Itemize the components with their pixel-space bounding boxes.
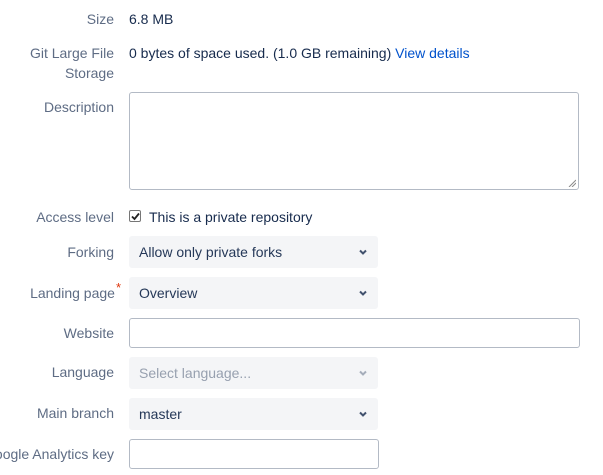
website-label: Website [63, 325, 114, 341]
chevron-down-icon [359, 249, 367, 255]
landing-page-select[interactable]: Overview [129, 277, 378, 309]
chevron-down-icon [359, 411, 367, 417]
main-branch-label: Main branch [36, 405, 114, 421]
access-level-label: Access level [36, 209, 114, 225]
landing-page-selected-value: Overview [139, 285, 198, 301]
website-input[interactable] [129, 318, 580, 348]
landing-page-label: Landing page* [30, 280, 121, 304]
analytics-key-label: Google Analytics key [0, 446, 114, 462]
lfs-label-line2: Storage [64, 65, 114, 81]
size-value: 6.8 MB [129, 11, 174, 27]
resize-handle-icon[interactable] [568, 179, 576, 187]
size-label: Size [86, 11, 114, 27]
description-label: Description [43, 99, 114, 115]
lfs-label-line1: Git Large File [29, 45, 114, 61]
language-placeholder: Select language... [139, 365, 252, 381]
language-label: Language [51, 364, 114, 380]
lfs-usage-text: 0 bytes of space used. (1.0 GB remaining… [129, 45, 392, 61]
main-branch-selected-value: master [139, 406, 182, 422]
analytics-key-input[interactable] [129, 439, 379, 469]
required-mark: * [115, 280, 121, 295]
forking-selected-value: Allow only private forks [139, 244, 283, 260]
chevron-down-icon [359, 370, 367, 376]
landing-page-label-text: Landing page [30, 285, 115, 301]
main-branch-select[interactable]: master [129, 398, 378, 430]
checkmark-icon [131, 212, 140, 221]
language-select[interactable]: Select language... [129, 357, 378, 389]
description-textarea[interactable] [129, 92, 579, 190]
lfs-label: Git Large File Storage [30, 43, 114, 83]
lfs-value: 0 bytes of space used. (1.0 GB remaining… [129, 43, 470, 63]
private-repo-checkbox-label[interactable]: This is a private repository [149, 207, 312, 227]
forking-select[interactable]: Allow only private forks [129, 236, 378, 268]
view-details-link[interactable]: View details [395, 45, 469, 61]
forking-label: Forking [67, 244, 114, 260]
private-repo-checkbox[interactable] [129, 210, 141, 222]
chevron-down-icon [359, 290, 367, 296]
